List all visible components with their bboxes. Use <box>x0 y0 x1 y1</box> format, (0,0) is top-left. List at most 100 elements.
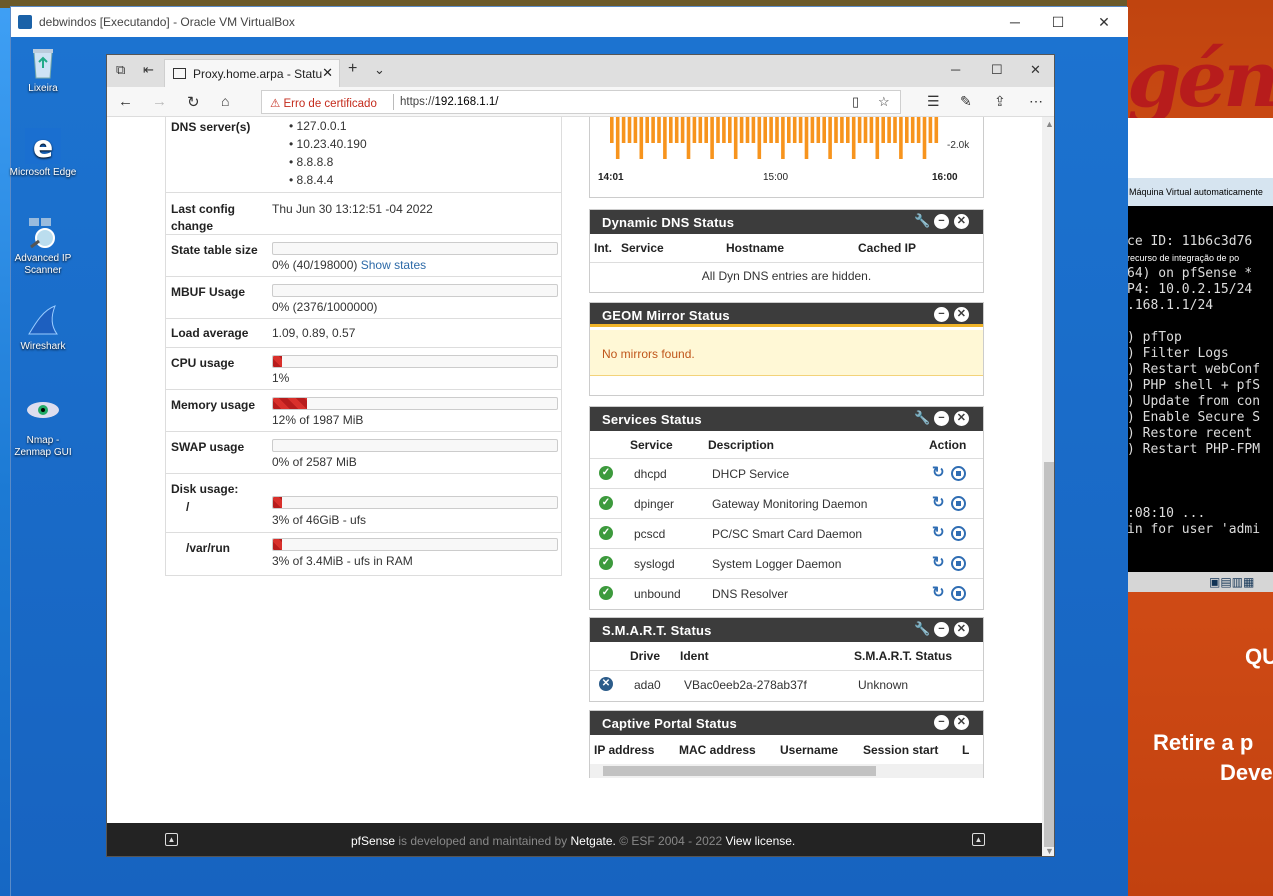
traffic-bar <box>863 117 868 143</box>
close-panel-icon[interactable]: ✕ <box>954 411 969 426</box>
restart-service-icon[interactable]: ↻ <box>932 583 945 601</box>
close-panel-icon[interactable]: ✕ <box>954 622 969 637</box>
stop-service-icon[interactable] <box>951 526 966 541</box>
col-header: Cached IP <box>858 241 917 255</box>
scroll-up-icon[interactable]: ▲ <box>1045 119 1054 129</box>
refresh-icon[interactable]: ↻ <box>187 93 200 111</box>
url-host: 192.168.1.1/ <box>434 96 499 108</box>
desktop-icon-nmap[interactable]: Nmap - Zenmap GUI <box>8 396 78 459</box>
home-icon[interactable]: ⌂ <box>221 93 229 109</box>
minimize-button[interactable]: ─ <box>1003 11 1027 33</box>
scroll-down-icon[interactable]: ▼ <box>1045 846 1054 856</box>
minimize-panel-icon[interactable]: − <box>934 715 949 730</box>
swap-label: SWAP usage <box>171 440 245 454</box>
minimize-panel-icon[interactable]: − <box>934 307 949 322</box>
tab-actions-icon[interactable]: ⧉ <box>116 62 125 78</box>
tab-preview-chevron-icon[interactable]: ⌄ <box>374 62 385 78</box>
favorites-hub-icon[interactable]: ☰ <box>927 93 940 110</box>
console-line: :08:10 ... <box>1127 506 1206 521</box>
dns-item: • 8.8.8.8 <box>289 155 334 169</box>
wrench-icon[interactable]: 🔧 <box>914 621 930 637</box>
set-tabs-aside-icon[interactable]: ⇤ <box>143 62 154 78</box>
restart-service-icon[interactable]: ↻ <box>932 463 945 481</box>
col-header: MAC address <box>679 743 756 757</box>
url-text[interactable]: https://192.168.1.1/ <box>400 96 498 108</box>
netgate-link[interactable]: Netgate. <box>571 834 616 848</box>
last-config-label: Last config change <box>171 202 236 233</box>
back-icon[interactable]: ← <box>118 93 133 110</box>
traffic-bar <box>769 117 773 143</box>
background-vm-console[interactable]: ce ID: 11b6c3d76 recurso de integração de… <box>1127 206 1273 572</box>
service-row: ✓ dhcpd DHCP Service ↻ <box>590 459 983 489</box>
desktop-icon-label: Lixeira <box>28 83 58 94</box>
address-bar[interactable]: ⚠ Erro de certificado https://192.168.1.… <box>261 90 901 114</box>
wrench-icon[interactable]: 🔧 <box>914 410 930 426</box>
footer-copyright: © ESF 2004 - 2022 <box>615 834 726 848</box>
traffic-bar <box>627 117 632 143</box>
restart-service-icon[interactable]: ↻ <box>932 493 945 511</box>
forward-icon[interactable]: → <box>152 93 167 110</box>
certificate-error[interactable]: ⚠ Erro de certificado <box>270 96 377 110</box>
maximize-button[interactable]: ☐ <box>1046 11 1070 33</box>
virtualbox-icon <box>18 15 32 29</box>
swap-row: SWAP usage 0% of 2587 MiB <box>166 432 561 474</box>
share-icon[interactable]: ⇪ <box>994 93 1006 110</box>
col-header: Session start <box>863 743 939 757</box>
close-button[interactable]: ✕ <box>1092 11 1116 33</box>
stop-service-icon[interactable] <box>951 496 966 511</box>
more-menu-icon[interactable]: ⋯ <box>1029 93 1043 110</box>
dynamic-dns-panel: Dynamic DNS Status 🔧 − ✕ Int. Service Ho… <box>589 209 984 293</box>
restart-service-icon[interactable]: ↻ <box>932 553 945 571</box>
close-panel-icon[interactable]: ✕ <box>954 214 969 229</box>
maximize-browser-button[interactable]: ☐ <box>991 62 1003 78</box>
certificate-error-label: Erro de certificado <box>283 98 377 110</box>
scroll-top-icon[interactable]: ▲ <box>972 833 985 846</box>
tab-active[interactable]: Proxy.home.arpa - Statu ✕ <box>164 59 340 87</box>
desktop-icon-edge[interactable]: e Microsoft Edge <box>8 128 78 179</box>
traffic-bar <box>875 117 880 159</box>
page-content[interactable]: DNS server(s) • 127.0.0.1 • 10.23.40.190… <box>107 117 1042 823</box>
scroll-top-icon[interactable]: ▲ <box>165 833 178 846</box>
desktop-icon-advanced-ip-scanner[interactable]: Advanced IP Scanner <box>8 214 78 277</box>
minimize-panel-icon[interactable]: − <box>934 622 949 637</box>
stop-service-icon[interactable] <box>951 556 966 571</box>
close-browser-button[interactable]: ✕ <box>1030 62 1041 78</box>
new-tab-icon[interactable]: + <box>348 60 357 78</box>
desktop-icon-label: Advanced IP Scanner <box>14 253 72 276</box>
desktop-icon-recycle-bin[interactable]: Lixeira <box>8 44 78 95</box>
favorite-star-icon[interactable]: ☆ <box>878 94 890 110</box>
traffic-bar <box>916 117 921 143</box>
minimize-panel-icon[interactable]: − <box>934 214 949 229</box>
show-states-link[interactable]: Show states <box>361 258 426 272</box>
traffic-bar <box>881 117 885 143</box>
traffic-bar <box>810 117 815 143</box>
scrollbar-thumb[interactable] <box>603 766 876 776</box>
traffic-bar <box>846 117 850 143</box>
scrollbar-thumb[interactable] <box>1044 462 1054 847</box>
desktop-icon-wireshark[interactable]: Wireshark <box>8 302 78 353</box>
restart-service-icon[interactable]: ↻ <box>932 523 945 541</box>
page-vertical-scrollbar[interactable]: ▲ ▼ <box>1042 117 1054 856</box>
statusbar-icons: ▣▤▥▦ <box>1209 575 1255 589</box>
minimize-panel-icon[interactable]: − <box>934 411 949 426</box>
disk-usage-label: Disk usage: <box>171 482 239 496</box>
close-tab-icon[interactable]: ✕ <box>322 65 333 81</box>
view-license-link[interactable]: View license. <box>725 834 795 848</box>
dns-value: 10.23.40.190 <box>296 137 367 151</box>
nmap-eye-icon <box>27 402 59 418</box>
stop-service-icon[interactable] <box>951 466 966 481</box>
reading-view-icon[interactable]: ▯ <box>852 94 859 110</box>
geom-mirror-panel: GEOM Mirror Status − ✕ No mirrors found. <box>589 302 984 396</box>
virtualbox-titlebar[interactable]: debwindos [Executando] - Oracle VM Virtu… <box>11 7 1128 37</box>
web-note-icon[interactable]: ✎ <box>960 93 972 110</box>
wrench-icon[interactable]: 🔧 <box>914 213 930 229</box>
console-line: .168.1.1/24 <box>1127 298 1214 313</box>
background-vm-statusbar: ▣▤▥▦ <box>1127 572 1273 592</box>
close-panel-icon[interactable]: ✕ <box>954 307 969 322</box>
minimize-browser-button[interactable]: ─ <box>951 62 960 77</box>
close-panel-icon[interactable]: ✕ <box>954 715 969 730</box>
traffic-bar <box>775 117 779 143</box>
stop-service-icon[interactable] <box>951 586 966 601</box>
edge-browser-window: ⧉ ⇤ Proxy.home.arpa - Statu ✕ + ⌄ ─ ☐ ✕ … <box>106 54 1055 857</box>
horizontal-scrollbar[interactable] <box>590 764 983 778</box>
